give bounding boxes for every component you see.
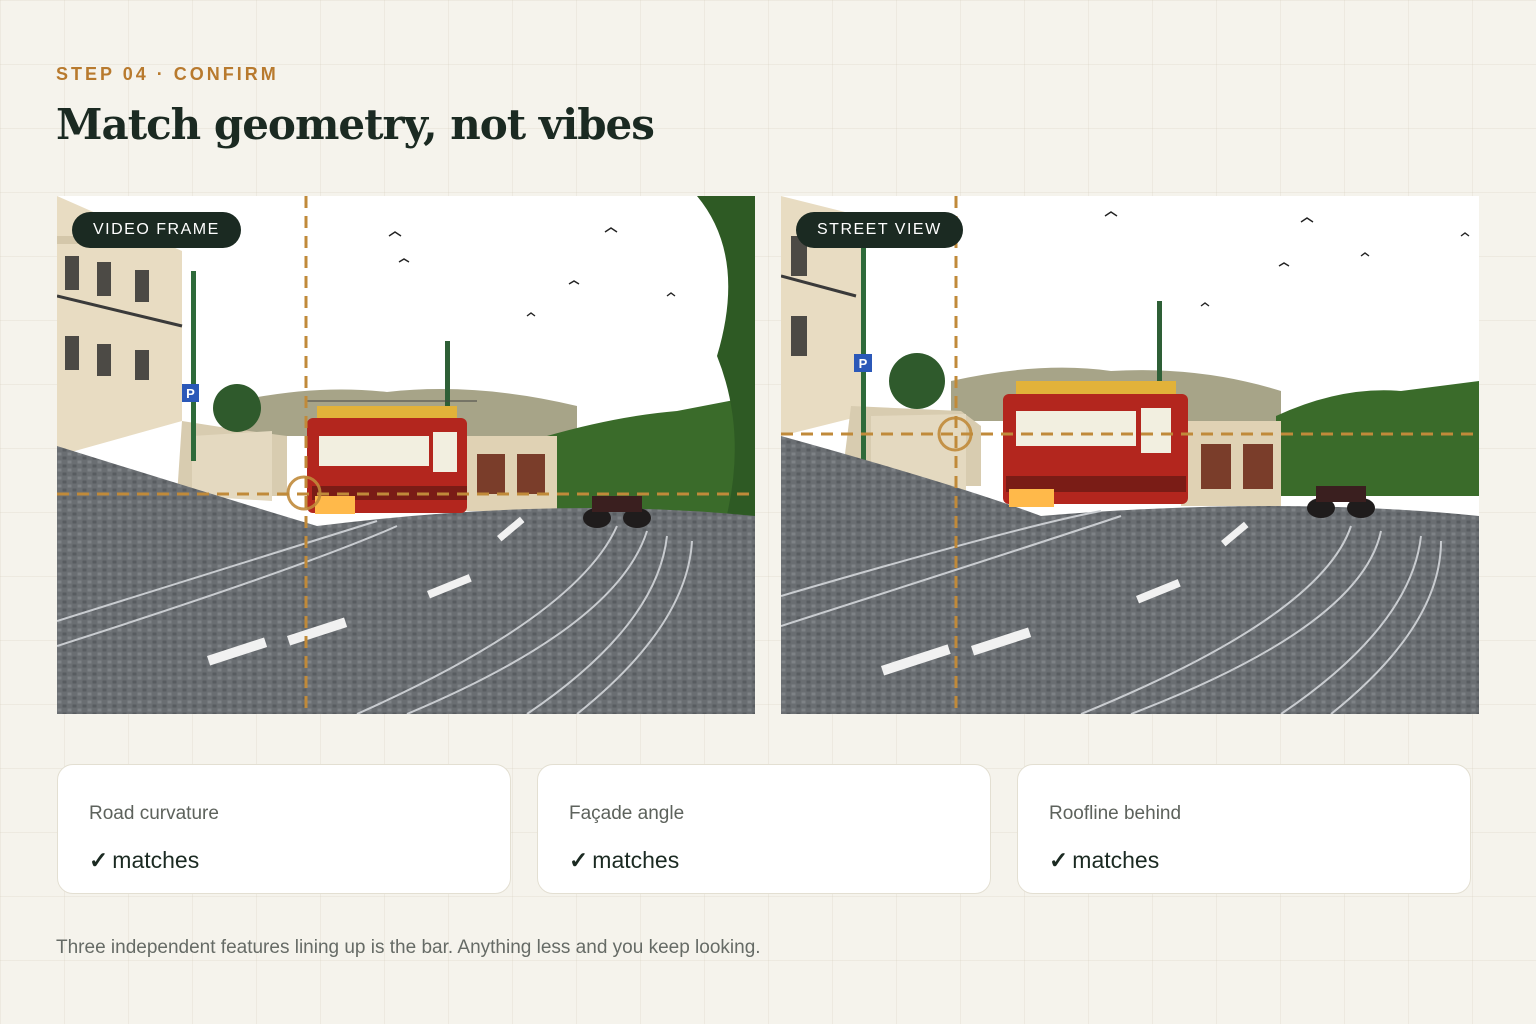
svg-text:P: P [859,356,868,371]
video-frame-label: VIDEO FRAME [72,212,241,248]
checkmark-icon: ✓ [569,847,589,873]
checkmark-icon: ✓ [1049,847,1069,873]
checkmark-icon: ✓ [89,847,109,873]
page-title: Match geometry, not vibes [56,100,655,149]
check-label: Façade angle [569,803,685,824]
video-frame-photo: P [57,196,755,714]
check-result: ✓ matches [1049,847,1159,874]
check-result-text: matches [112,847,200,873]
svg-text:P: P [186,386,195,401]
street-view-photo: P [781,196,1479,714]
video-frame-panel: P VIDEO FRAME [57,196,755,714]
check-label: Road curvature [89,803,219,824]
street-view-label: STREET VIEW [796,212,963,248]
check-card-facade-angle: Façade angle ✓ matches [537,764,991,894]
check-card-road-curvature: Road curvature ✓ matches [57,764,511,894]
step-eyebrow: STEP 04 · CONFIRM [56,64,279,84]
street-view-panel: P STREET VIEW [781,196,1479,714]
check-result: ✓ matches [569,847,679,874]
check-result-text: matches [592,847,680,873]
check-label: Roofline behind [1049,803,1182,824]
check-card-roofline-behind: Roofline behind ✓ matches [1017,764,1471,894]
footnote: Three independent features lining up is … [56,937,761,958]
check-result-text: matches [1072,847,1160,873]
check-result: ✓ matches [89,847,199,874]
